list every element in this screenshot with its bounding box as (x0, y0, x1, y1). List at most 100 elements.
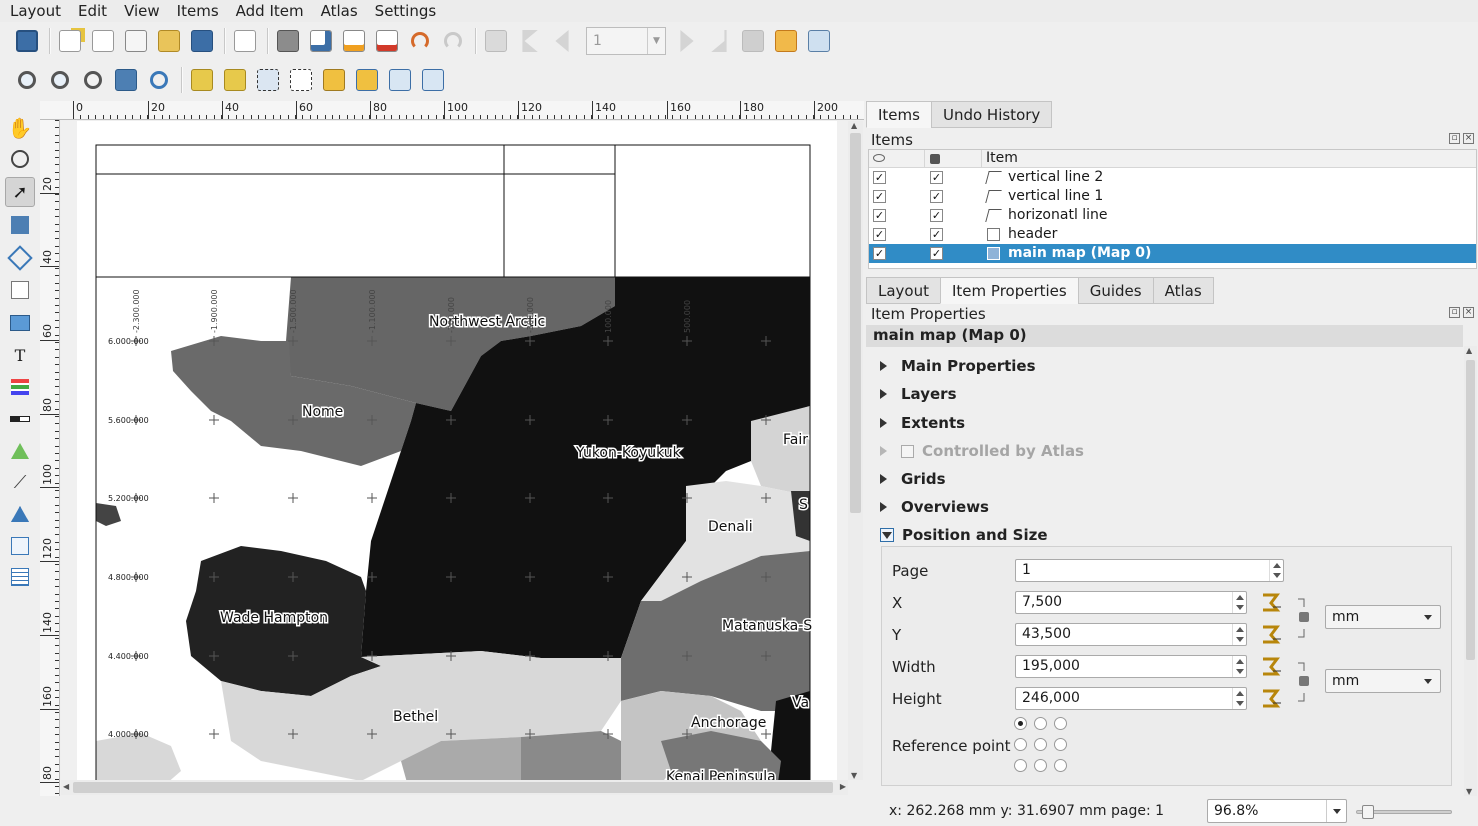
spin-arrows-icon[interactable] (1232, 688, 1246, 709)
group-position-and-size[interactable]: Position and Size (880, 526, 1048, 544)
unlock-items-button[interactable] (220, 65, 250, 95)
tab-undo-history[interactable]: Undo History (930, 101, 1053, 128)
tab-atlas[interactable]: Atlas (1152, 277, 1214, 304)
zoom-combo[interactable]: 96.8% (1207, 799, 1347, 823)
ref-top-left-radio[interactable] (1014, 717, 1027, 730)
width-spinbox[interactable]: 195,000 (1015, 655, 1247, 678)
lock-checkbox[interactable]: ✓ (930, 171, 943, 184)
spin-arrows-icon[interactable] (1232, 624, 1246, 645)
lock-checkbox[interactable]: ✓ (930, 190, 943, 203)
header[interactable] (95, 144, 811, 278)
zoom-slider[interactable] (1356, 805, 1452, 819)
properties-scrollbar[interactable]: ▲ ▼ (1464, 346, 1477, 796)
layout-manager-button[interactable] (121, 26, 151, 56)
main-map[interactable]: Northwest Arctic Nome Yukon-Koyukuk Fair… (95, 276, 814, 780)
x-data-defined-button[interactable] (1259, 591, 1283, 613)
zoom-tool[interactable] (5, 144, 35, 174)
undo-button[interactable] (405, 26, 435, 56)
layout-canvas[interactable]: Northwest Arctic Nome Yukon-Koyukuk Fair… (61, 121, 848, 780)
add-map-tool[interactable] (5, 275, 35, 305)
add-html-tool[interactable] (5, 531, 35, 561)
menu-atlas[interactable]: Atlas (311, 0, 365, 22)
add-picture-tool[interactable] (5, 308, 35, 338)
visibility-checkbox[interactable]: ✓ (873, 228, 886, 241)
atlas-preview-button[interactable] (481, 26, 511, 56)
add-scalebar-tool[interactable] (5, 404, 35, 434)
canvas-vscroll-thumb[interactable] (850, 133, 861, 513)
scroll-down-icon[interactable]: ▼ (851, 771, 857, 780)
ref-top-right-radio[interactable] (1054, 717, 1067, 730)
canvas-horizontal-scrollbar[interactable]: ◀ ▶ (61, 780, 848, 795)
print-button[interactable] (273, 26, 303, 56)
distribute-items-button[interactable] (385, 65, 415, 95)
pan-tool[interactable]: ✋ (5, 113, 35, 143)
redo-button[interactable] (438, 26, 468, 56)
size-lock-icon[interactable] (1296, 661, 1312, 703)
position-unit-select[interactable]: mm (1325, 605, 1441, 629)
atlas-page-input[interactable]: 1 ▼ (586, 27, 666, 55)
scroll-up-icon[interactable]: ▲ (851, 121, 857, 130)
ref-center-radio[interactable] (1034, 738, 1047, 751)
x-spinbox[interactable]: 7,500 (1015, 591, 1247, 614)
add-page-button[interactable] (230, 26, 260, 56)
first-feature-button[interactable] (514, 26, 544, 56)
print-atlas-button[interactable] (738, 26, 768, 56)
page-spinbox[interactable]: 1 (1015, 559, 1284, 582)
item-column[interactable]: Item (982, 150, 1477, 168)
menu-layout[interactable]: Layout (0, 0, 68, 22)
atlas-checkbox[interactable] (901, 444, 914, 458)
close-panel-icon[interactable]: × (1463, 133, 1474, 144)
group-main-properties[interactable]: Main Properties (880, 357, 1036, 375)
height-data-defined-button[interactable] (1259, 687, 1283, 709)
menu-add-item[interactable]: Add Item (226, 0, 311, 22)
add-attribute-table-tool[interactable] (5, 562, 35, 592)
new-layout-button[interactable] (55, 26, 85, 56)
height-spinbox[interactable]: 246,000 (1015, 687, 1247, 710)
ref-bottom-right-radio[interactable] (1054, 759, 1067, 772)
save-button[interactable] (12, 26, 42, 56)
ref-bottom-middle-radio[interactable] (1034, 759, 1047, 772)
tab-items[interactable]: Items (866, 101, 932, 128)
items-row[interactable]: ✓ ✓ horizonatl line (869, 206, 1476, 225)
menu-items[interactable]: Items (167, 0, 226, 22)
menu-view[interactable]: View (114, 0, 167, 22)
items-row[interactable]: ✓ ✓ header (869, 225, 1476, 244)
zoom-actual-button[interactable] (78, 65, 108, 95)
deselect-button[interactable] (286, 65, 316, 95)
zoom-full-button[interactable] (111, 65, 141, 95)
canvas-vertical-scrollbar[interactable]: ▲ ▼ (848, 121, 863, 780)
spin-arrows-icon[interactable] (1269, 560, 1283, 581)
zoom-slider-handle[interactable] (1362, 805, 1374, 819)
y-data-defined-button[interactable] (1259, 623, 1283, 645)
atlas-settings-button[interactable] (804, 26, 834, 56)
items-row[interactable]: ✓ ✓ vertical line 2 (869, 168, 1476, 187)
visibility-checkbox[interactable]: ✓ (873, 171, 886, 184)
lock-items-button[interactable] (187, 65, 217, 95)
ref-middle-right-radio[interactable] (1054, 738, 1067, 751)
add-legend-tool[interactable] (5, 372, 35, 402)
add-label-tool[interactable]: T (5, 340, 35, 370)
group-overviews[interactable]: Overviews (880, 498, 989, 516)
group-grids[interactable]: Grids (880, 470, 946, 488)
size-unit-select[interactable]: mm (1325, 669, 1441, 693)
scroll-right-icon[interactable]: ▶ (840, 782, 846, 791)
y-spinbox[interactable]: 43,500 (1015, 623, 1247, 646)
chevron-down-icon[interactable]: ▼ (647, 28, 665, 54)
resize-items-button[interactable] (418, 65, 448, 95)
visibility-checkbox[interactable]: ✓ (873, 247, 886, 260)
ref-bottom-left-radio[interactable] (1014, 759, 1027, 772)
tab-guides[interactable]: Guides (1077, 277, 1154, 304)
zoom-out-button[interactable] (45, 65, 75, 95)
raise-items-button[interactable] (319, 65, 349, 95)
close-panel-icon[interactable]: × (1463, 307, 1474, 318)
lock-checkbox[interactable]: ✓ (930, 247, 943, 260)
add-polyline-tool[interactable]: ⟋ (5, 467, 35, 497)
select-move-tool[interactable]: ➚ (5, 177, 35, 207)
previous-feature-button[interactable] (547, 26, 577, 56)
float-panel-icon[interactable]: ▫ (1449, 307, 1460, 318)
tab-layout[interactable]: Layout (866, 277, 941, 304)
last-feature-button[interactable] (705, 26, 735, 56)
move-content-tool[interactable] (5, 210, 35, 240)
next-feature-button[interactable] (672, 26, 702, 56)
canvas-hscroll-thumb[interactable] (73, 782, 833, 793)
